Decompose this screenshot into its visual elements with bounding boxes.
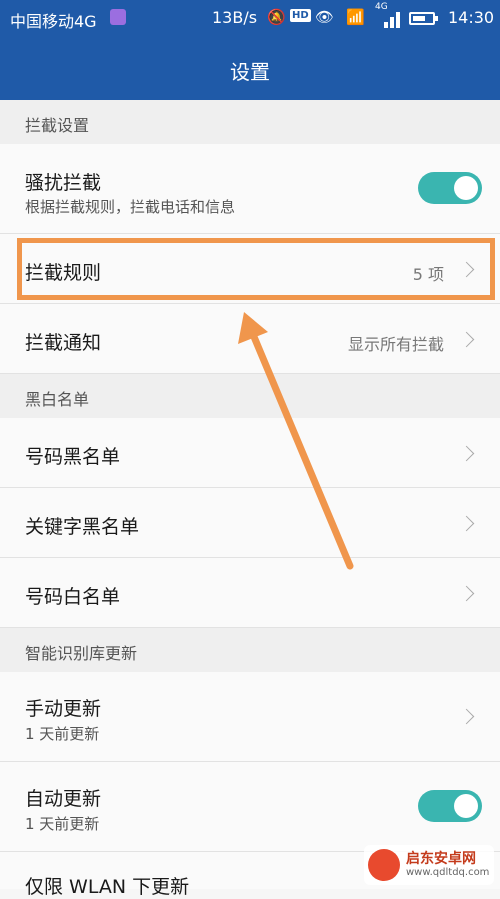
site-watermark: 启东安卓网 www.qdltdq.com [364, 845, 494, 885]
watermark-logo-icon [368, 849, 400, 881]
watermark-name: 启东安卓网 [406, 851, 476, 867]
watermark-url: www.qdltdq.com [406, 867, 490, 878]
annotation-arrow [238, 312, 354, 570]
